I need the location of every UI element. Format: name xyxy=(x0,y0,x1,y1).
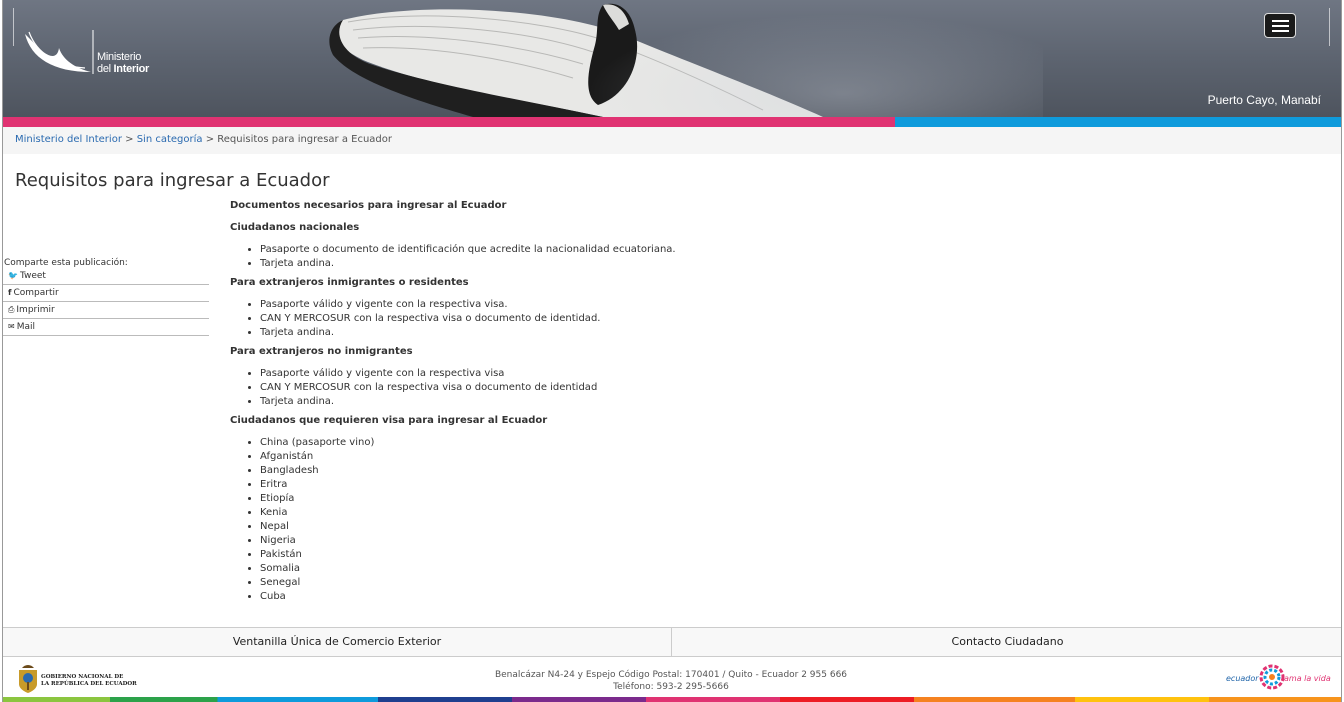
list-item: CAN Y MERCOSUR con la respectiva visa o … xyxy=(260,381,930,395)
contacto-ciudadano-link[interactable]: Contacto Ciudadano xyxy=(672,628,1341,657)
list-item: Pasaporte o documento de identificación … xyxy=(260,243,930,257)
section-list: Pasaporte válido y vigente con la respec… xyxy=(260,298,930,340)
page-frame: Ministerio del Interior Puerto Cayo, Man… xyxy=(2,0,1342,702)
list-item: Kenia xyxy=(260,506,930,520)
list-item: Somalia xyxy=(260,562,930,576)
share-mail-label: Mail xyxy=(16,322,35,332)
address-line: Benalcázar N4-24 y Espejo Código Postal:… xyxy=(494,670,848,680)
gov-line2: LA REPÚBLICA DEL ECUADOR xyxy=(41,681,137,687)
list-item: Eritra xyxy=(260,478,930,492)
share-tweet[interactable]: 🐦 Tweet xyxy=(3,268,209,285)
list-item: Etiopía xyxy=(260,492,930,506)
brand-left-text: ecuador xyxy=(1226,674,1259,683)
share-print[interactable]: ⎙ Imprimir xyxy=(3,302,209,319)
page-title: Requisitos para ingresar a Ecuador xyxy=(15,170,330,191)
section-heading: Para extranjeros no inmigrantes xyxy=(230,346,413,357)
list-item: Nigeria xyxy=(260,534,930,548)
header-banner: Ministerio del Interior Puerto Cayo, Man… xyxy=(3,0,1341,117)
section-list: Pasaporte válido y vigente con la respec… xyxy=(260,367,930,409)
ecuador-ama-la-vida-logo: ecuador ama la vida xyxy=(1226,662,1336,692)
share-print-label: Imprimir xyxy=(16,305,55,315)
section-list: Pasaporte o documento de identificación … xyxy=(260,243,930,271)
print-icon: ⎙ xyxy=(8,305,15,314)
breadcrumb-home-link[interactable]: Ministerio del Interior xyxy=(15,134,122,145)
list-item: Nepal xyxy=(260,520,930,534)
breadcrumb-category-link[interactable]: Sin categoría xyxy=(137,134,203,145)
list-item: Pakistán xyxy=(260,548,930,562)
hamburger-icon xyxy=(1272,20,1289,22)
list-item: Tarjeta andina. xyxy=(260,395,930,409)
color-bar-pink xyxy=(3,117,895,127)
article-content: Documentos necesarios para ingresar al E… xyxy=(230,199,930,609)
hamburger-icon-bar xyxy=(1272,30,1289,32)
list-item: China (pasaporte vino) xyxy=(260,436,930,450)
share-tweet-label: Tweet xyxy=(19,271,46,281)
breadcrumb: Ministerio del Interior > Sin categoría … xyxy=(3,127,1341,154)
breadcrumb-current: Requisitos para ingresar a Ecuador xyxy=(217,134,392,145)
brand-right-text: ama la vida xyxy=(1284,674,1331,683)
header-divider-left xyxy=(13,8,14,46)
breadcrumb-separator: > xyxy=(202,134,218,145)
color-bar-blue xyxy=(895,117,1341,127)
color-bar xyxy=(3,117,1341,127)
spray-overlay xyxy=(543,0,1043,117)
sun-logo-icon xyxy=(1259,664,1285,690)
gov-line1: GOBIERNO NACIONAL DE xyxy=(41,674,124,680)
section-heading: Para extranjeros inmigrantes o residente… xyxy=(230,277,469,288)
menu-button[interactable] xyxy=(1264,13,1296,38)
logo-text[interactable]: Ministerio del Interior xyxy=(97,51,149,75)
mail-icon: ✉ xyxy=(8,322,15,331)
list-item: Cuba xyxy=(260,590,930,604)
twitter-icon: 🐦 xyxy=(8,271,18,280)
phone-line: Teléfono: 593-2 295-5666 xyxy=(613,682,729,692)
footer-links: Ventanilla Única de Comercio Exterior Co… xyxy=(3,627,1341,657)
list-item: CAN Y MERCOSUR con la respectiva visa o … xyxy=(260,312,930,326)
list-item: Senegal xyxy=(260,576,930,590)
article-heading: Documentos necesarios para ingresar al E… xyxy=(230,200,507,211)
list-item: Afganistán xyxy=(260,450,930,464)
vuce-link[interactable]: Ventanilla Única de Comercio Exterior xyxy=(3,628,672,657)
list-item: Pasaporte válido y vigente con la respec… xyxy=(260,367,930,381)
rainbow-stripe xyxy=(3,697,1341,702)
section-heading: Ciudadanos que requieren visa para ingre… xyxy=(230,415,548,426)
share-label: Comparte esta publicación: xyxy=(4,258,128,268)
share-facebook-label: Compartir xyxy=(13,288,59,298)
list-item: Tarjeta andina. xyxy=(260,257,930,271)
location-caption: Puerto Cayo, Manabí xyxy=(1207,93,1321,107)
list-item: Bangladesh xyxy=(260,464,930,478)
list-item: Tarjeta andina. xyxy=(260,326,930,340)
section-list: China (pasaporte vino) Afganistán Bangla… xyxy=(260,436,930,604)
header-divider-right xyxy=(1329,8,1330,46)
footer-address: Benalcázar N4-24 y Espejo Código Postal:… xyxy=(353,669,989,693)
list-item: Pasaporte válido y vigente con la respec… xyxy=(260,298,930,312)
share-panel: Comparte esta publicación: 🐦 Tweet f Compa… xyxy=(3,258,209,336)
breadcrumb-separator: > xyxy=(121,134,137,145)
hamburger-icon-bar xyxy=(1272,25,1289,27)
section-heading: Ciudadanos nacionales xyxy=(230,222,360,233)
share-list: 🐦 Tweet f Compartir ⎙ Imprimir ✉ Mail xyxy=(3,268,209,336)
footer: GOBIERNO NACIONAL DE LA REPÚBLICA DEL EC… xyxy=(3,657,1341,697)
facebook-icon: f xyxy=(8,288,12,297)
logo-line2: del Interior xyxy=(97,63,150,75)
logo-line1: Ministerio xyxy=(97,51,142,63)
gov-text: GOBIERNO NACIONAL DE LA REPÚBLICA DEL EC… xyxy=(41,674,137,688)
share-facebook[interactable]: f Compartir xyxy=(3,285,209,302)
share-mail[interactable]: ✉ Mail xyxy=(3,319,209,336)
